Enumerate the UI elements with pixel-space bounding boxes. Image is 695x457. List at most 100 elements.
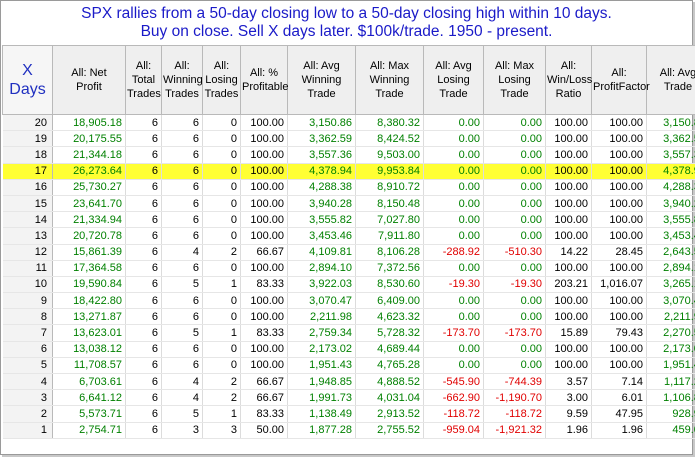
column-header[interactable]: All: Max Winning Trade <box>355 45 424 115</box>
table-cell: 25,730.27 <box>52 179 126 196</box>
table-row[interactable]: 5 11,708.57 6 6 0 100.00 1,951.43 4,765.28 0.00 0… <box>2 357 695 375</box>
table-cell: 100.00 <box>591 357 647 375</box>
table-row[interactable]: 16 25,730.27 6 6 0 100.00 4,288.38 8,910.72 0.00… <box>2 179 695 196</box>
table-cell: 26,273.64 <box>52 163 126 180</box>
table-row[interactable]: 3 6,641.12 6 4 2 66.67 1,991.73 4,031.04 -662.90… <box>2 389 695 407</box>
table-cell: 100.00 <box>545 292 592 310</box>
row-index-cell: 19 <box>2 130 53 148</box>
table-cell: 4 <box>161 244 203 261</box>
table-cell: 100.00 <box>591 146 647 164</box>
table-cell: 6 <box>125 341 162 358</box>
table-cell: 4,378.94 <box>646 163 695 180</box>
table-cell: 6 <box>125 179 162 196</box>
table-row[interactable]: 12 15,861.39 6 4 2 66.67 4,109.81 8,106.28 -288.… <box>2 244 695 261</box>
table-cell: 100.00 <box>240 179 288 196</box>
table-row[interactable]: 11 17,364.58 6 6 0 100.00 2,894.10 7,372.56 0.00… <box>2 260 695 277</box>
table-cell: 1,138.49 <box>287 405 356 423</box>
column-header[interactable]: All: % Profitable <box>240 45 288 115</box>
table-cell: 1,948.85 <box>287 373 356 391</box>
table-cell: 0.00 <box>423 260 484 277</box>
column-header[interactable]: All: Avg Losing Trade <box>423 45 484 115</box>
table-cell: 4,888.52 <box>355 373 424 391</box>
table-cell: 3,940.28 <box>646 195 695 213</box>
row-index-cell: 6 <box>2 341 53 358</box>
table-row[interactable]: 17 26,273.64 6 6 0 100.00 4,378.94 9,953.84 0.00… <box>2 163 695 180</box>
column-header-x-days[interactable]: X Days <box>2 45 53 115</box>
table-cell: -510.30 <box>483 244 546 261</box>
table-cell: 928.95 <box>646 405 695 423</box>
table-cell: 5 <box>161 324 203 342</box>
table-cell: 0 <box>202 114 241 132</box>
table-cell: 0.00 <box>483 357 546 375</box>
table-row[interactable]: 4 6,703.61 6 4 2 66.67 1,948.85 4,888.52 -545.90… <box>2 373 695 391</box>
table-row[interactable]: 10 19,590.84 6 5 1 83.33 3,922.03 8,530.60 -19.3… <box>2 276 695 294</box>
table-cell: 100.00 <box>240 308 288 326</box>
table-cell: 4,288.38 <box>646 179 695 196</box>
table-cell: 2,173.02 <box>646 341 695 358</box>
table-row[interactable]: 14 21,334.94 6 6 0 100.00 3,555.82 7,027.80 0.00… <box>2 211 695 229</box>
table-cell: 4 <box>161 373 203 391</box>
table-cell: 6 <box>125 422 162 439</box>
table-cell: -545.90 <box>423 373 484 391</box>
column-header[interactable]: All: Win/Loss Ratio <box>545 45 592 115</box>
column-header[interactable]: All: ProfitFactor <box>591 45 650 115</box>
table-cell: 6 <box>125 276 162 294</box>
table-cell: 6.01 <box>591 389 647 407</box>
table-cell: 6,703.61 <box>52 373 126 391</box>
table-cell: 6 <box>125 114 162 132</box>
column-header[interactable]: All: Max Losing Trade <box>483 45 546 115</box>
table-cell: -744.39 <box>483 373 546 391</box>
table-cell: 1,117.27 <box>646 373 695 391</box>
table-cell: -288.92 <box>423 244 484 261</box>
table-row[interactable]: 19 20,175.55 6 6 0 100.00 3,362.59 8,424.52 0.00… <box>2 130 695 148</box>
column-header[interactable]: All: Winning Trades <box>161 45 203 115</box>
column-header[interactable]: All: Losing Trades <box>202 45 241 115</box>
table-cell: 0 <box>202 260 241 277</box>
column-header[interactable]: All: Avg Winning Trade <box>287 45 356 115</box>
table-cell: 203.21 <box>545 276 592 294</box>
table-cell: 100.00 <box>591 341 647 358</box>
table-cell: 66.67 <box>240 373 288 391</box>
table-cell: 1.96 <box>545 422 592 439</box>
table-cell: -959.04 <box>423 422 484 439</box>
table-row[interactable]: 6 13,038.12 6 6 0 100.00 2,173.02 4,689.44 0.00 0… <box>2 341 695 358</box>
table-row[interactable]: 1 2,754.71 6 3 3 50.00 1,877.28 2,755.52 -959.04… <box>2 422 695 439</box>
table-cell: 2,173.02 <box>287 341 356 358</box>
table-cell: 66.67 <box>240 389 288 407</box>
table-cell: 6 <box>161 146 203 164</box>
table-cell: 0.00 <box>423 179 484 196</box>
table-cell: 2 <box>202 389 241 407</box>
table-cell: 4 <box>161 389 203 407</box>
table-title: SPX rallies from a 50-day closing low to… <box>1 1 692 45</box>
table-cell: 4,288.38 <box>287 179 356 196</box>
table-row[interactable]: 18 21,344.18 6 6 0 100.00 3,557.36 9,503.00 0.00… <box>2 146 695 164</box>
table-row[interactable]: 20 18,905.18 6 6 0 100.00 3,150.86 8,380.32 0.00… <box>2 114 695 132</box>
table-cell: 3,557.36 <box>646 146 695 164</box>
row-index-cell: 13 <box>2 227 53 245</box>
table-cell: 2,755.52 <box>355 422 424 439</box>
table-row[interactable]: 13 20,720.78 6 6 0 100.00 3,453.46 7,911.80 0.00… <box>2 227 695 245</box>
table-row[interactable]: 15 23,641.70 6 6 0 100.00 3,940.28 8,150.48 0.00… <box>2 195 695 213</box>
table-cell: 2,759.34 <box>287 324 356 342</box>
table-row[interactable]: 9 18,422.80 6 6 0 100.00 3,070.47 6,409.00 0.00 0… <box>2 292 695 310</box>
column-header[interactable]: All: Avg Trade <box>646 45 695 115</box>
table-row[interactable]: 2 5,573.71 6 5 1 83.33 1,138.49 2,913.52 -118.72… <box>2 405 695 423</box>
table-cell: 8,380.32 <box>355 114 424 132</box>
column-header[interactable]: All: Total Trades <box>125 45 162 115</box>
table-cell: 100.00 <box>591 292 647 310</box>
row-index-cell: 18 <box>2 146 53 164</box>
row-index-cell: 4 <box>2 373 53 391</box>
table-row[interactable]: 7 13,623.01 6 5 1 83.33 2,759.34 5,728.32 -173.7… <box>2 324 695 342</box>
table-cell: 0.00 <box>483 179 546 196</box>
table-cell: 83.33 <box>240 276 288 294</box>
table-cell: 2,754.71 <box>52 422 126 439</box>
table-cell: 3.00 <box>545 389 592 407</box>
table-cell: 0.00 <box>483 292 546 310</box>
table-cell: 3,070.47 <box>287 292 356 310</box>
table-cell: 100.00 <box>240 292 288 310</box>
table-cell: -19.30 <box>423 276 484 294</box>
table-row[interactable]: 8 13,271.87 6 6 0 100.00 2,211.98 4,623.32 0.00 0… <box>2 308 695 326</box>
table-cell: 2,643.57 <box>646 244 695 261</box>
table-cell: 47.95 <box>591 405 647 423</box>
column-header[interactable]: All: Net Profit <box>52 45 126 115</box>
